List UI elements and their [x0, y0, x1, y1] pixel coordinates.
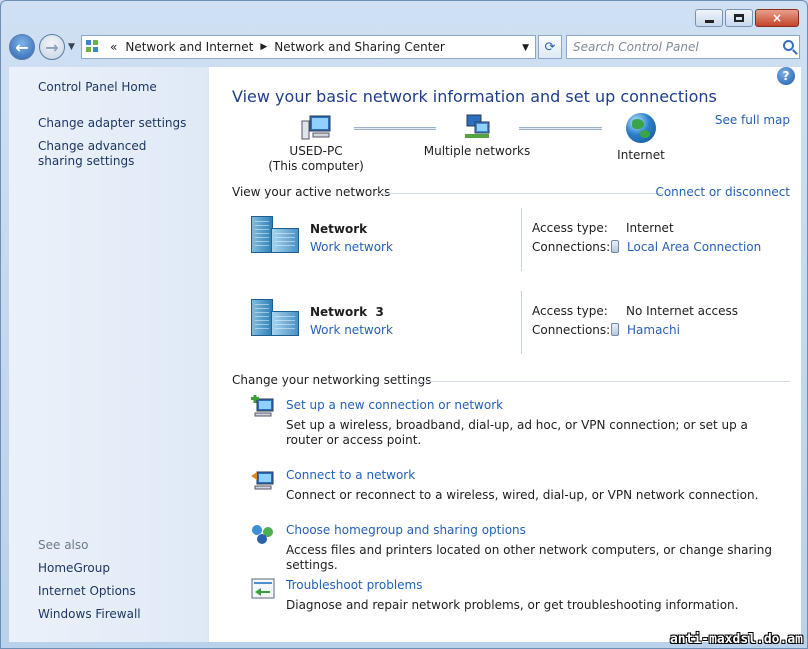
- network-divider: [521, 208, 522, 271]
- computer-name: USED-PC: [289, 144, 343, 158]
- network-type-link[interactable]: Work network: [310, 323, 393, 337]
- close-button[interactable]: ×: [755, 9, 799, 27]
- network-name: Network: [310, 222, 368, 236]
- homegroup-icon: [252, 525, 273, 544]
- section-divider: [412, 381, 790, 382]
- see-full-map-link[interactable]: See full map: [715, 113, 790, 127]
- minimize-icon: [704, 19, 714, 23]
- connection-plug-icon: [611, 240, 619, 253]
- task-description: Diagnose and repair network problems, or…: [286, 598, 739, 612]
- map-networks-node[interactable]: Multiple networks: [422, 113, 532, 159]
- task-link-connect-to-network[interactable]: Connect to a network: [286, 468, 415, 482]
- back-arrow-icon: ←: [15, 37, 29, 57]
- connect-or-disconnect-link[interactable]: Connect or disconnect: [655, 185, 790, 199]
- refresh-button[interactable]: ⟳: [538, 35, 562, 59]
- sidebar-control-panel-home[interactable]: Control Panel Home: [38, 80, 157, 95]
- computer-icon: [301, 115, 331, 140]
- task-description: Connect or reconnect to a wireless, wire…: [286, 488, 759, 502]
- recent-pages-button[interactable]: ▼: [68, 42, 75, 52]
- breadcrumb-separator-icon[interactable]: ▶: [260, 42, 267, 52]
- minimize-button[interactable]: [695, 9, 723, 27]
- task-link-troubleshoot[interactable]: Troubleshoot problems: [286, 578, 422, 592]
- network-building-icon[interactable]: [251, 216, 299, 254]
- page-title: View your basic network information and …: [232, 87, 717, 106]
- breadcrumb-network-and-internet[interactable]: Network and Internet: [125, 40, 253, 54]
- connection-link[interactable]: Hamachi: [627, 323, 680, 337]
- access-type-value: Internet: [626, 221, 674, 235]
- address-chevron[interactable]: «: [110, 40, 117, 54]
- search-icon[interactable]: [783, 40, 794, 51]
- network-folder-icon: [86, 40, 104, 54]
- internet-label: Internet: [617, 148, 665, 162]
- networking-settings-heading: Change your networking settings: [232, 373, 432, 387]
- network-type-link[interactable]: Work network: [310, 240, 393, 254]
- help-icon[interactable]: ?: [777, 67, 795, 85]
- network-name: Network 3: [310, 305, 384, 319]
- close-icon: ×: [771, 11, 783, 25]
- search-input[interactable]: Search Control Panel: [566, 35, 800, 59]
- access-type-label: Access type:: [532, 304, 608, 318]
- refresh-icon: ⟳: [544, 39, 556, 55]
- connect-network-icon: [251, 471, 274, 490]
- sidebar-change-advanced-sharing-settings[interactable]: Change advanced sharing settings: [38, 139, 188, 169]
- window-frame: × ← → ▼ « Network and Internet ▶ Network…: [0, 0, 808, 649]
- maximize-icon: [734, 14, 744, 22]
- address-dropdown-icon[interactable]: ▼: [522, 43, 529, 53]
- task-link-new-connection[interactable]: Set up a new connection or network: [286, 398, 503, 412]
- sidebar-homegroup[interactable]: HomeGroup: [38, 561, 110, 576]
- map-link-line: [519, 127, 602, 130]
- see-also-heading: See also: [38, 538, 89, 552]
- troubleshoot-icon: [251, 578, 275, 599]
- new-connection-icon: [251, 395, 274, 417]
- address-bar[interactable]: « Network and Internet ▶ Network and Sha…: [81, 35, 536, 59]
- sidebar-windows-firewall[interactable]: Windows Firewall: [38, 607, 141, 622]
- forward-arrow-icon: →: [45, 37, 59, 57]
- task-link-homegroup[interactable]: Choose homegroup and sharing options: [286, 523, 526, 537]
- connections-label: Connections:: [532, 323, 611, 337]
- sidebar-change-adapter-settings[interactable]: Change adapter settings: [38, 116, 186, 131]
- network-divider: [521, 291, 522, 354]
- main-content: ? View your basic network information an…: [209, 67, 801, 642]
- forward-button[interactable]: →: [39, 34, 65, 60]
- access-type-label: Access type:: [532, 221, 608, 235]
- search-placeholder: Search Control Panel: [573, 40, 699, 54]
- computer-sublabel: (This computer): [268, 159, 364, 173]
- section-divider: [375, 193, 663, 194]
- navigation-bar: ← → ▼ « Network and Internet ▶ Network a…: [9, 32, 800, 62]
- internet-globe-icon: [626, 113, 656, 143]
- access-type-value: No Internet access: [626, 304, 739, 318]
- caption-buttons: ×: [695, 9, 799, 27]
- task-description: Set up a wireless, broadband, dial-up, a…: [286, 418, 748, 447]
- map-internet-node[interactable]: Internet: [606, 113, 676, 163]
- network-building-icon[interactable]: [251, 299, 299, 337]
- map-computer-node[interactable]: USED-PC (This computer): [261, 113, 371, 174]
- multiple-networks-label: Multiple networks: [423, 144, 531, 158]
- multiple-networks-icon: [465, 114, 490, 138]
- watermark: anti-maxdsl.do.am: [669, 632, 803, 647]
- active-networks-heading: View your active networks: [232, 185, 391, 199]
- sidebar-internet-options[interactable]: Internet Options: [38, 584, 136, 599]
- connection-link[interactable]: Local Area Connection: [627, 240, 761, 254]
- sidebar: Control Panel Home Change adapter settin…: [9, 67, 209, 642]
- maximize-button[interactable]: [725, 9, 753, 27]
- breadcrumb-network-and-sharing-center[interactable]: Network and Sharing Center: [274, 40, 445, 54]
- task-description: Access files and printers located on oth…: [286, 543, 772, 572]
- connections-label: Connections:: [532, 240, 611, 254]
- back-button[interactable]: ←: [9, 34, 35, 60]
- connection-plug-icon: [611, 323, 619, 336]
